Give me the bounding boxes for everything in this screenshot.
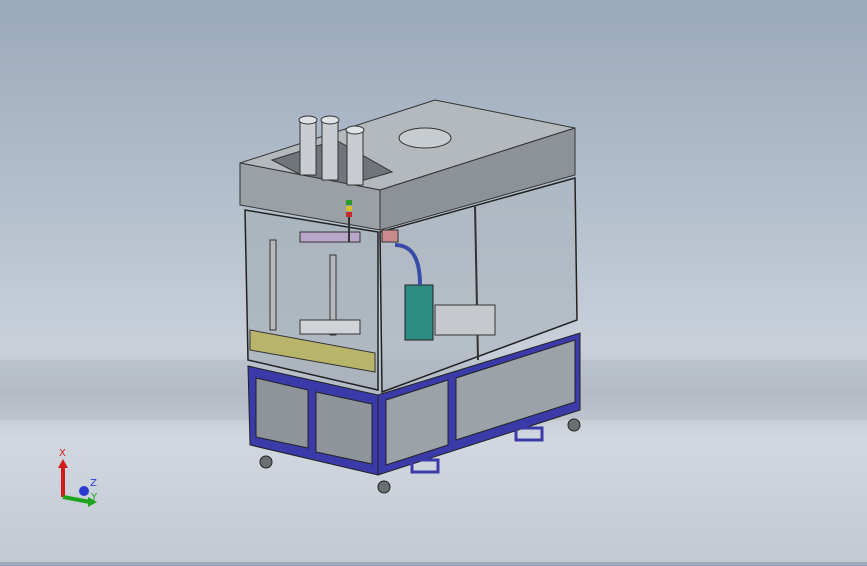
valve-block: [381, 229, 399, 243]
column-left: [269, 239, 277, 331]
caster-1: [259, 455, 273, 469]
work-fixture: [299, 319, 361, 335]
triad-x-label: X: [59, 448, 66, 459]
base-panel-1: [255, 377, 309, 449]
caster-2: [377, 480, 391, 494]
stack-light-pole: [348, 217, 350, 242]
teal-actuator: [404, 284, 434, 341]
model-canvas[interactable]: X Z Y: [0, 0, 867, 562]
caster-3: [567, 418, 581, 432]
3d-viewport[interactable]: X Z Y: [0, 0, 867, 562]
triad-y-label: Y: [90, 492, 98, 503]
cylinder-assembly: [298, 115, 365, 186]
machine-model[interactable]: [239, 99, 581, 494]
stack-light-red: [346, 212, 352, 217]
gantry-arm: [299, 231, 361, 243]
round-port: [398, 127, 452, 149]
linear-stage: [434, 304, 496, 336]
stack-light-yellow: [346, 206, 352, 211]
base-panel-2: [315, 391, 373, 465]
stack-light-green: [346, 200, 352, 205]
triad-z-label: Z: [90, 478, 97, 489]
orientation-triad: X Z Y: [58, 448, 98, 507]
